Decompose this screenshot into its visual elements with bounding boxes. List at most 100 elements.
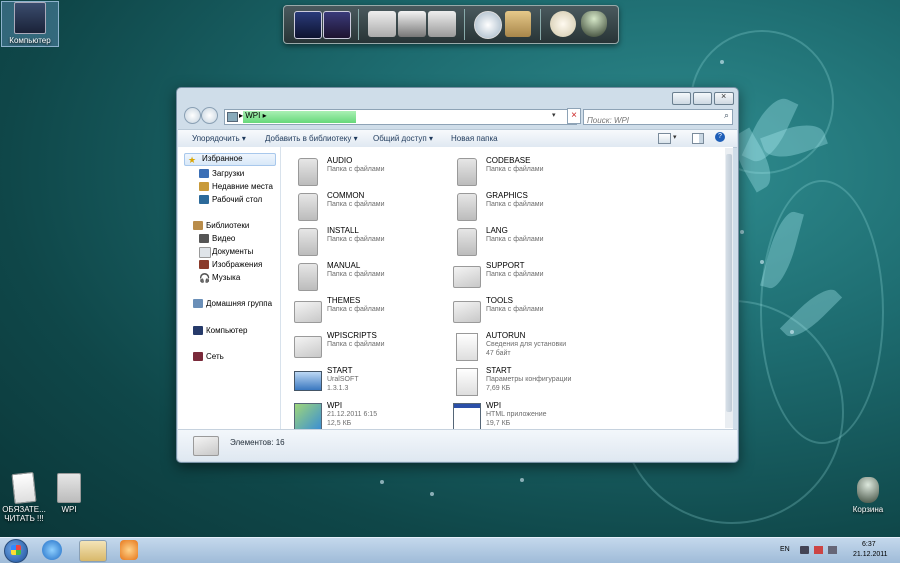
- dock-tea-icon[interactable]: [581, 11, 607, 37]
- preview-pane-icon[interactable]: [692, 133, 704, 144]
- windows-logo-icon: [11, 545, 21, 555]
- clock-date[interactable]: 21.12.2011: [853, 551, 888, 558]
- file-item-audio[interactable]: AUDIO Папка с файлами: [291, 155, 441, 187]
- chevron-down-icon[interactable]: ▾: [673, 133, 677, 141]
- desktop-icon-label: WPI: [61, 505, 77, 514]
- address-bar[interactable]: ▸ WPI ▸ ▾: [224, 109, 577, 125]
- video-icon: [199, 234, 209, 243]
- maximize-button[interactable]: [693, 92, 712, 105]
- explorer-taskbar-button[interactable]: [79, 540, 107, 562]
- desktop-icon-label: Компьютер: [9, 36, 51, 45]
- file-item-install[interactable]: INSTALL Папка с файлами: [291, 225, 441, 257]
- details-pane: Элементов: 16: [178, 429, 737, 461]
- desktop-icon-wpi[interactable]: WPI: [41, 473, 97, 514]
- search-box[interactable]: ⌕: [583, 109, 733, 128]
- recycle-bin-icon: [857, 477, 879, 503]
- dock-folder-icon[interactable]: [368, 11, 396, 37]
- search-input[interactable]: [584, 113, 720, 128]
- nav-item-recent[interactable]: Недавние места: [199, 182, 273, 193]
- dock-scroll-icon[interactable]: [505, 11, 531, 37]
- back-button[interactable]: [184, 107, 201, 124]
- nav-item-music[interactable]: 🎧 Музыка: [199, 273, 240, 284]
- scrollbar-thumb[interactable]: [726, 154, 732, 412]
- clock-time[interactable]: 6:37: [862, 541, 876, 548]
- desktop-icon-recycle-bin[interactable]: Корзина: [840, 477, 896, 514]
- downloads-icon: [199, 169, 209, 178]
- file-item-wpi-hta[interactable]: WPI HTML приложение 19,7 КБ: [450, 400, 600, 432]
- compass-icon[interactable]: [474, 11, 502, 39]
- desktop-icon: [199, 195, 209, 204]
- homegroup-icon: [193, 299, 203, 308]
- chevron-down-icon: ▾: [241, 134, 246, 143]
- vertical-scrollbar[interactable]: [725, 148, 733, 428]
- folder-icon: [298, 263, 318, 291]
- folder-icon: [193, 436, 219, 456]
- view-options-icon[interactable]: [658, 133, 671, 144]
- taskbar: EN 6:37 21.12.2011: [0, 537, 900, 563]
- file-item-tools[interactable]: TOOLS Папка с файлами: [450, 295, 600, 327]
- file-item-codebase[interactable]: CODEBASE Папка с файлами: [450, 155, 600, 187]
- dock-tools-icon[interactable]: [428, 11, 456, 37]
- dock-flower-icon[interactable]: [550, 11, 576, 37]
- nav-item-images[interactable]: Изображения: [199, 260, 262, 271]
- installer-icon: [294, 403, 322, 431]
- language-indicator[interactable]: EN: [780, 546, 790, 553]
- minimize-button[interactable]: [672, 92, 691, 105]
- file-item-start-exe[interactable]: START UralSOFT 1.3.1.3: [291, 365, 441, 397]
- close-button[interactable]: ×: [714, 91, 734, 105]
- nav-item-libraries[interactable]: Библиотеки: [193, 221, 249, 232]
- file-item-common[interactable]: COMMON Папка с файлами: [291, 190, 441, 222]
- file-item-support[interactable]: SUPPORT Папка с файлами: [450, 260, 600, 292]
- nav-item-favorites[interactable]: ★ Избранное: [184, 153, 276, 166]
- network-icon[interactable]: [800, 546, 809, 554]
- add-to-library-button[interactable]: Добавить в библиотеку ▾: [265, 134, 358, 143]
- share-button[interactable]: Общий доступ ▾: [373, 134, 433, 143]
- file-item-themes[interactable]: THEMES Папка с файлами: [291, 295, 441, 327]
- address-path[interactable]: WPI: [245, 111, 260, 120]
- dropdown-arrow-icon[interactable]: ▾: [552, 111, 556, 119]
- nav-item-desktop[interactable]: Рабочий стол: [199, 195, 262, 206]
- dock-app-icon[interactable]: [294, 11, 322, 39]
- nav-item-downloads[interactable]: Загрузки: [199, 169, 244, 180]
- dock-app-icon[interactable]: [323, 11, 351, 39]
- flag-icon[interactable]: [814, 546, 823, 554]
- star-icon: ★: [188, 155, 197, 165]
- desktop-icon-computer[interactable]: Компьютер: [1, 1, 59, 47]
- document-icon: [11, 471, 37, 505]
- media-player-icon[interactable]: [120, 540, 138, 560]
- file-item-manual[interactable]: MANUAL Папка с файлами: [291, 260, 441, 292]
- volume-icon[interactable]: [828, 546, 837, 554]
- computer-icon: [227, 112, 238, 122]
- nav-item-network[interactable]: Сеть: [193, 352, 224, 363]
- folder-icon: [298, 158, 318, 186]
- nav-item-homegroup[interactable]: Домашняя группа: [193, 299, 272, 310]
- help-icon[interactable]: ?: [715, 132, 725, 142]
- file-item-start-ini[interactable]: START Параметры конфигурации 7,69 КБ: [450, 365, 600, 397]
- nav-item-video[interactable]: Видео: [199, 234, 235, 245]
- dock-guitar-icon[interactable]: [398, 11, 426, 37]
- start-button[interactable]: [4, 539, 28, 563]
- command-bar: Упорядочить ▾ Добавить в библиотеку ▾ Об…: [178, 129, 737, 148]
- dock-separator: [540, 9, 541, 40]
- file-item-autorun[interactable]: AUTORUN Сведения для установки 47 байт: [450, 330, 600, 362]
- file-item-graphics[interactable]: GRAPHICS Папка с файлами: [450, 190, 600, 222]
- internet-explorer-icon[interactable]: [42, 540, 62, 560]
- file-item-wpi-exe[interactable]: WPI 21.12.2011 6:15 12,5 КБ: [291, 400, 441, 432]
- nav-item-computer[interactable]: Компьютер: [193, 326, 247, 337]
- new-folder-button[interactable]: Новая папка: [451, 134, 498, 143]
- item-count: Элементов: 16: [230, 438, 285, 447]
- folder-icon: [457, 228, 477, 256]
- stop-icon[interactable]: ×: [567, 108, 581, 124]
- folder-icon: [457, 158, 477, 186]
- search-icon[interactable]: ⌕: [724, 110, 729, 121]
- forward-button[interactable]: [201, 107, 218, 124]
- file-item-wpiscripts[interactable]: WPISCRIPTS Папка с файлами: [291, 330, 441, 362]
- organize-button[interactable]: Упорядочить ▾: [192, 134, 246, 143]
- images-icon: [199, 260, 209, 269]
- navigation-pane: ★ Избранное Загрузки Недавние места Рабоч…: [178, 147, 281, 429]
- file-item-lang[interactable]: LANG Папка с файлами: [450, 225, 600, 257]
- music-icon: 🎧: [199, 273, 211, 283]
- nav-item-documents[interactable]: Документы: [199, 247, 253, 258]
- computer-icon: [193, 326, 203, 335]
- chevron-right-icon: ▸: [262, 111, 267, 120]
